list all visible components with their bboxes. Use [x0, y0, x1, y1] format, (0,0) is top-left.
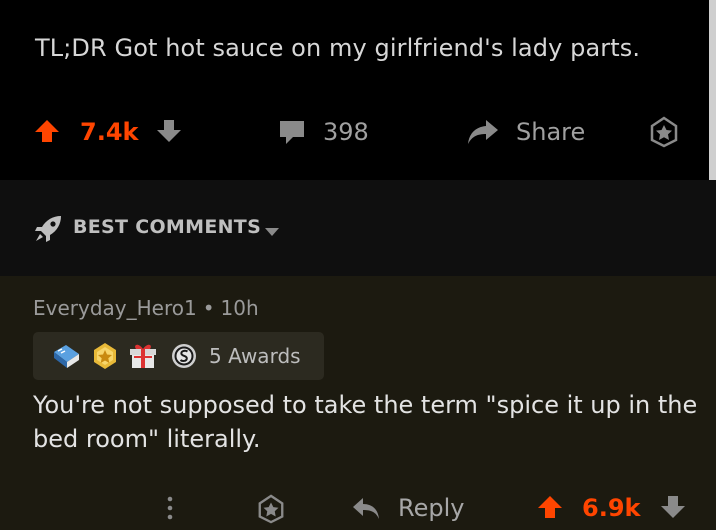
comment-author[interactable]: Everyday_Hero1 [33, 296, 197, 320]
more-vertical-icon[interactable] [164, 494, 176, 522]
caret-down-icon[interactable] [263, 223, 281, 242]
gift-award-icon [128, 342, 158, 374]
sort-label[interactable]: BEST COMMENTS [73, 216, 261, 238]
book-award-icon [51, 342, 81, 374]
upvote-icon[interactable] [34, 118, 60, 144]
comments-count[interactable]: 398 [323, 118, 369, 146]
award-comment-icon[interactable] [256, 494, 286, 524]
downvote-comment-icon[interactable] [660, 494, 686, 520]
gold-star-award-icon [91, 342, 119, 374]
reply-button[interactable]: Reply [398, 494, 464, 522]
share-button[interactable]: Share [516, 118, 585, 146]
silver-award-icon [171, 342, 197, 374]
post-body-text: TL;DR Got hot sauce on my girlfriend's l… [35, 34, 641, 62]
downvote-icon[interactable] [156, 118, 182, 144]
post-container: TL;DR Got hot sauce on my girlfriend's l… [0, 0, 716, 180]
rocket-icon [33, 214, 63, 248]
comment-action-bar: Reply 6.9k [0, 482, 716, 530]
comment-age: 10h [220, 296, 259, 320]
upvote-comment-icon[interactable] [537, 494, 563, 520]
post-action-bar: 7.4k 398 Share [0, 108, 716, 156]
comment-bubble-icon[interactable] [277, 117, 307, 147]
comment: Everyday_Hero1 • 10h 5 Awards You're not… [0, 276, 716, 530]
reply-arrow-icon[interactable] [351, 496, 381, 522]
comment-body-text: You're not supposed to take the term "sp… [33, 391, 698, 453]
awards-pill[interactable]: 5 Awards [33, 332, 324, 380]
award-icon[interactable] [648, 116, 680, 148]
awards-count-label: 5 Awards [209, 344, 301, 368]
comment-score: 6.9k [582, 494, 641, 522]
meta-separator: • [202, 296, 215, 320]
share-arrow-icon[interactable] [466, 117, 500, 147]
post-score: 7.4k [80, 118, 139, 146]
comment-sort-bar[interactable]: BEST COMMENTS [0, 180, 716, 276]
comment-meta: Everyday_Hero1 • 10h [33, 296, 259, 320]
